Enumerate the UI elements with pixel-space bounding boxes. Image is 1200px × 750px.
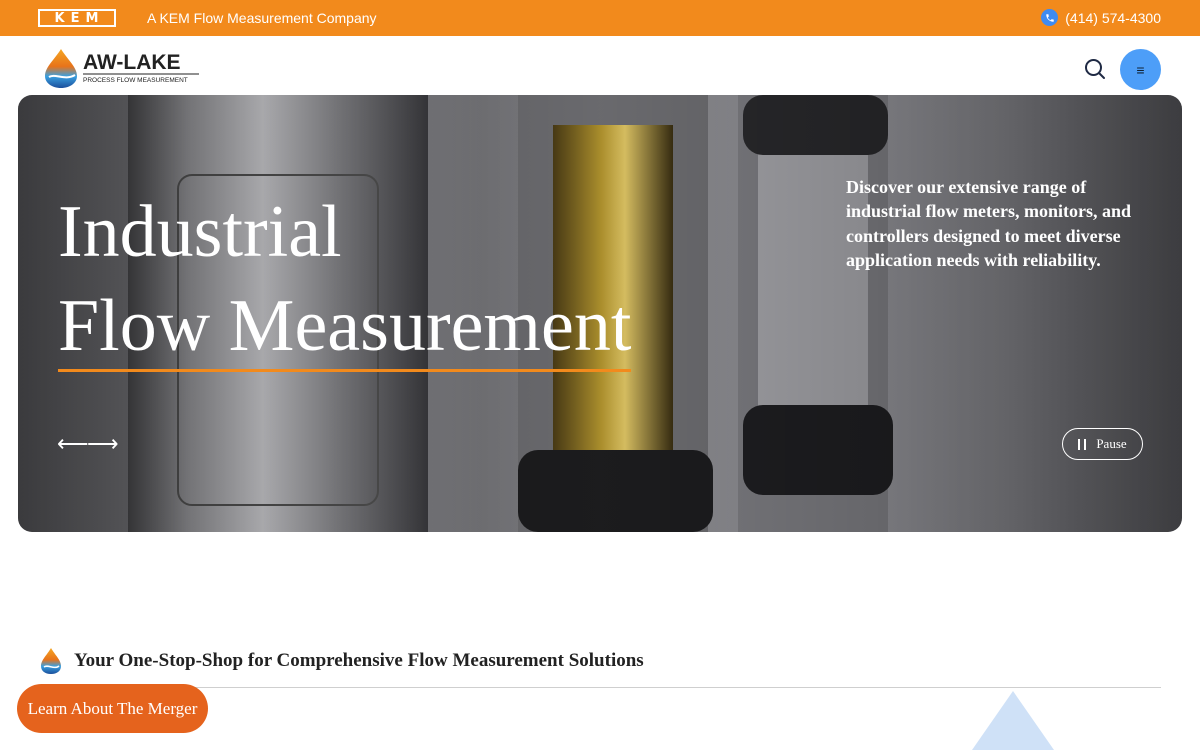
pause-label: Pause	[1096, 436, 1127, 451]
phone-link[interactable]: (414) 574-4300	[1041, 9, 1161, 26]
kem-logo[interactable]: KEM	[38, 9, 116, 27]
logo-sub: PROCESS FLOW MEASUREMENT	[83, 77, 188, 84]
section-title: Your One-Stop-Shop for Comprehensive Flo…	[74, 650, 644, 671]
hamburger-icon: ≡	[1136, 61, 1145, 78]
aw-lake-logo[interactable]: AW-LAKE PROCESS FLOW MEASUREMENT	[41, 47, 201, 89]
drop-logo-icon	[41, 648, 61, 674]
hero-title: Industrial Flow Measurement	[58, 185, 632, 373]
top-bar: KEM A KEM Flow Measurement Company (414)…	[0, 0, 1200, 36]
pause-icon	[1078, 438, 1087, 450]
hero-title-line1: Industrial	[58, 191, 342, 273]
hero-slider: Industrial Flow Measurement Discover our…	[18, 95, 1182, 532]
phone-number: (414) 574-4300	[1065, 9, 1161, 26]
previous-slide-arrow-icon[interactable]: ⟵	[57, 433, 89, 455]
phone-icon	[1041, 9, 1059, 26]
section-header: Your One-Stop-Shop for Comprehensive Flo…	[39, 646, 1161, 688]
learn-about-merger-button[interactable]: Learn About The Merger	[17, 684, 208, 733]
search-icon[interactable]	[1084, 58, 1106, 80]
menu-button[interactable]: ≡	[1120, 49, 1161, 90]
site-header: AW-LAKE PROCESS FLOW MEASUREMENT ≡	[0, 36, 1200, 95]
company-tagline: A KEM Flow Measurement Company	[147, 10, 377, 26]
kem-logo-text: KEM	[54, 10, 105, 26]
next-slide-arrow-icon[interactable]: ⟶	[87, 433, 119, 455]
hero-title-line2: Flow Measurement	[58, 283, 632, 372]
logo-name: AW-LAKE	[83, 51, 181, 74]
hero-description: Discover our extensive range of industri…	[846, 177, 1131, 271]
pause-button[interactable]: Pause	[1062, 428, 1143, 460]
decorative-triangle	[972, 691, 1054, 750]
